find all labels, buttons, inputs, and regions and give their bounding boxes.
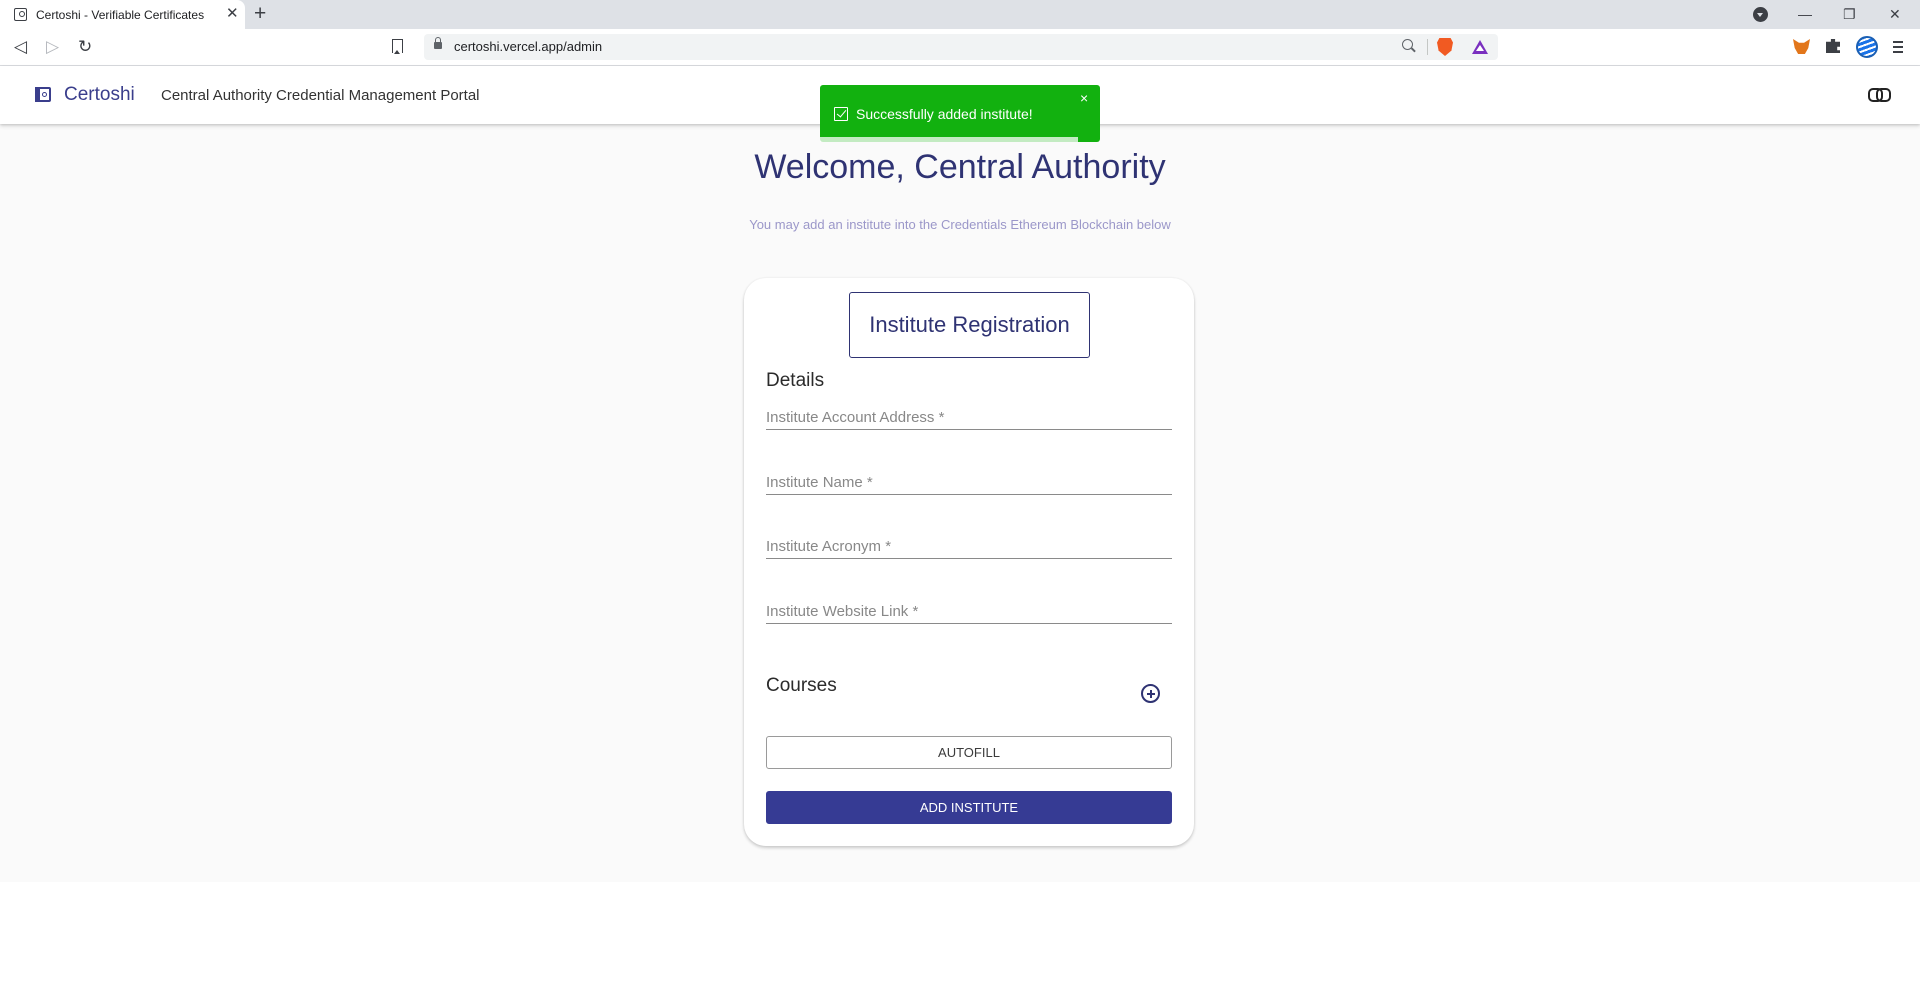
app-page: Certoshi Central Authority Credential Ma…: [0, 66, 1920, 882]
url-text[interactable]: certoshi.vercel.app/admin: [454, 39, 602, 54]
restore-button[interactable]: ❐: [1843, 4, 1856, 24]
reload-icon[interactable]: ↻: [78, 35, 92, 59]
details-heading: Details: [766, 370, 825, 391]
success-toast[interactable]: Successfully added institute! ×: [820, 85, 1100, 142]
portal-title: Central Authority Credential Management …: [161, 87, 480, 104]
page-title: Welcome, Central Authority: [754, 148, 1166, 186]
menu-icon[interactable]: [1893, 41, 1903, 53]
institute-acronym-input[interactable]: [766, 529, 1172, 558]
brave-rewards-icon[interactable]: [1472, 40, 1488, 54]
courses-heading: Courses: [766, 675, 837, 696]
account-address-input[interactable]: [766, 400, 1172, 429]
link-icon[interactable]: [1868, 88, 1891, 102]
website-link-field[interactable]: [766, 594, 1172, 624]
new-tab-button[interactable]: +: [254, 2, 266, 26]
bookmark-icon[interactable]: [392, 39, 403, 54]
window-close-button[interactable]: ✕: [1889, 4, 1901, 24]
add-course-icon[interactable]: [1141, 684, 1160, 703]
forward-icon[interactable]: ▷: [46, 35, 59, 59]
check-icon: [834, 107, 848, 121]
profile-globe-icon[interactable]: [1856, 36, 1878, 58]
extensions-puzzle-icon[interactable]: [1826, 39, 1840, 53]
zoom-icon[interactable]: [1402, 39, 1413, 50]
institute-name-field[interactable]: [766, 465, 1172, 495]
certoshi-favicon-icon: [14, 8, 27, 21]
institute-acronym-field[interactable]: [766, 529, 1172, 559]
page-subtitle: You may add an institute into the Creden…: [749, 217, 1171, 232]
tab-search-icon[interactable]: [1753, 7, 1768, 22]
tab-title: Certoshi - Verifiable Certificates: [36, 7, 205, 22]
omnibox-divider: [1427, 39, 1428, 55]
institute-name-input[interactable]: [766, 465, 1172, 494]
website-link-input[interactable]: [766, 594, 1172, 623]
registration-card: Institute Registration Details Courses A…: [744, 278, 1194, 846]
account-address-field[interactable]: [766, 400, 1172, 430]
metamask-fox-icon[interactable]: [1793, 39, 1810, 54]
browser-toolbar: ◁ ▷ ↻ certoshi.vercel.app/admin: [0, 29, 1920, 66]
address-bar[interactable]: certoshi.vercel.app/admin: [424, 34, 1498, 60]
certoshi-logo-icon[interactable]: [35, 87, 51, 102]
autofill-button[interactable]: AUTOFILL: [766, 736, 1172, 769]
browser-tab[interactable]: Certoshi - Verifiable Certificates ✕: [0, 0, 245, 29]
lock-icon[interactable]: [434, 37, 442, 49]
add-institute-button[interactable]: ADD INSTITUTE: [766, 791, 1172, 824]
toast-message: Successfully added institute!: [856, 106, 1033, 122]
tab-close-icon[interactable]: ✕: [226, 6, 239, 22]
brand-name[interactable]: Certoshi: [64, 84, 135, 106]
back-icon[interactable]: ◁: [14, 35, 27, 59]
brave-shields-icon[interactable]: [1437, 38, 1453, 56]
browser-tab-strip: Certoshi - Verifiable Certificates ✕ + —…: [0, 0, 1920, 29]
toast-progress-bar: [820, 137, 1078, 142]
form-title: Institute Registration: [849, 292, 1090, 358]
toast-close-icon[interactable]: ×: [1080, 91, 1088, 105]
minimize-button[interactable]: —: [1798, 4, 1812, 24]
